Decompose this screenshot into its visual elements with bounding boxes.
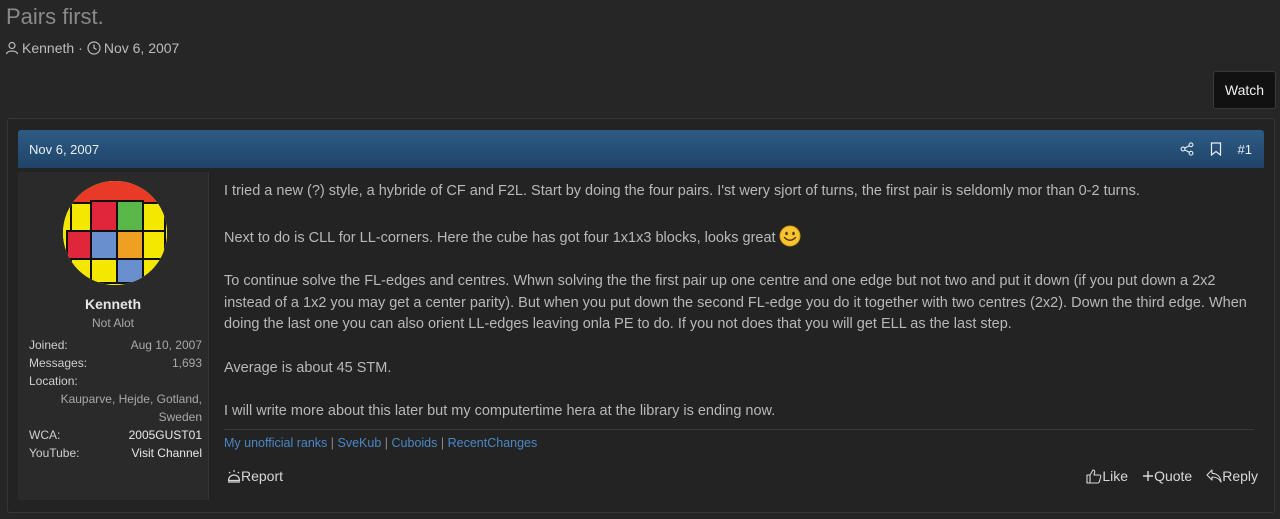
youtube-label: YouTube: [29, 446, 80, 460]
joined-label: Joined: [29, 338, 68, 352]
post-paragraph: I will write more about this later but m… [224, 403, 776, 419]
post-paragraph: Average is about 45 STM. [224, 359, 392, 376]
thread-date-link[interactable]: Nov 6, 2007 [104, 40, 180, 56]
thread-title: Pairs first. [6, 4, 104, 29]
signature-link[interactable]: RecentChanges [448, 436, 538, 450]
joined-value: Aug 10, 2007 [130, 338, 202, 352]
bookmark-icon[interactable] [1210, 142, 1222, 156]
wca-value-link[interactable]: 2005GUST01 [129, 426, 202, 444]
smiley-icon [779, 225, 801, 247]
location-value-link[interactable]: Kauparve, Hejde, Gotland, Sweden [29, 390, 202, 426]
wca-label: WCA: [29, 428, 61, 442]
watch-button[interactable]: Watch [1213, 71, 1276, 109]
signature-link[interactable]: My unofficial ranks [224, 436, 327, 450]
user-title: Not Alot [91, 316, 135, 330]
reply-button[interactable]: Reply [1206, 468, 1258, 484]
user-icon [5, 41, 22, 55]
like-label: Like [1102, 468, 1129, 484]
username-link[interactable]: Kenneth [18, 296, 208, 312]
post-header: Nov 6, 2007 #1 [18, 130, 1264, 168]
post-number-link[interactable]: #1 [1238, 142, 1252, 157]
signature: My unofficial ranks | SveKub | Cuboids |… [224, 429, 1254, 450]
post-paragraph: I tried a new (?) style, a hybride of CF… [224, 183, 1140, 199]
post-paragraph: To continue solve the FL-edges and centr… [224, 273, 1247, 332]
meta-separator: · [78, 40, 83, 56]
location-label: Location: [29, 374, 78, 388]
user-stats: Joined: Aug 10, 2007 Messages: 1,693 Locat… [29, 336, 202, 462]
post: Nov 6, 2007 #1 Kenneth Not Alot Joined: … [7, 118, 1275, 513]
signature-separator: | [384, 436, 389, 450]
clock-icon [87, 41, 104, 55]
thread-meta: Kenneth · Nov 6, 2007 [5, 40, 179, 56]
quote-label: Quote [1154, 468, 1193, 484]
post-actions: Like Quote Reply [1072, 468, 1258, 484]
signature-link[interactable]: Cuboids [392, 436, 438, 450]
signature-separator: | [330, 436, 335, 450]
reply-label: Reply [1222, 468, 1258, 484]
thread-author-link[interactable]: Kenneth [22, 40, 74, 56]
report-label: Report [241, 468, 284, 484]
messages-label: Messages: [29, 356, 88, 370]
quote-button[interactable]: Quote [1142, 468, 1192, 484]
report-icon [227, 469, 241, 483]
reply-icon [1206, 469, 1222, 483]
user-info: Kenneth Not Alot Joined: Aug 10, 2007 Mes… [18, 172, 209, 500]
quote-icon [1142, 470, 1154, 482]
youtube-link[interactable]: Visit Channel [132, 444, 203, 462]
like-button[interactable]: Like [1086, 468, 1128, 484]
signature-separator: | [440, 436, 445, 450]
avatar[interactable] [63, 181, 167, 285]
share-icon[interactable] [1180, 142, 1194, 156]
messages-value: 1,693 [171, 356, 202, 370]
post-date-link[interactable]: Nov 6, 2007 [29, 142, 99, 157]
report-button[interactable]: Report [227, 468, 283, 484]
post-body: I tried a new (?) style, a hybride of CF… [224, 181, 1254, 423]
like-icon [1086, 468, 1102, 484]
post-paragraph: Next to do is CLL for LL-corners. Here t… [224, 225, 1254, 250]
signature-link[interactable]: SveKub [338, 436, 382, 450]
